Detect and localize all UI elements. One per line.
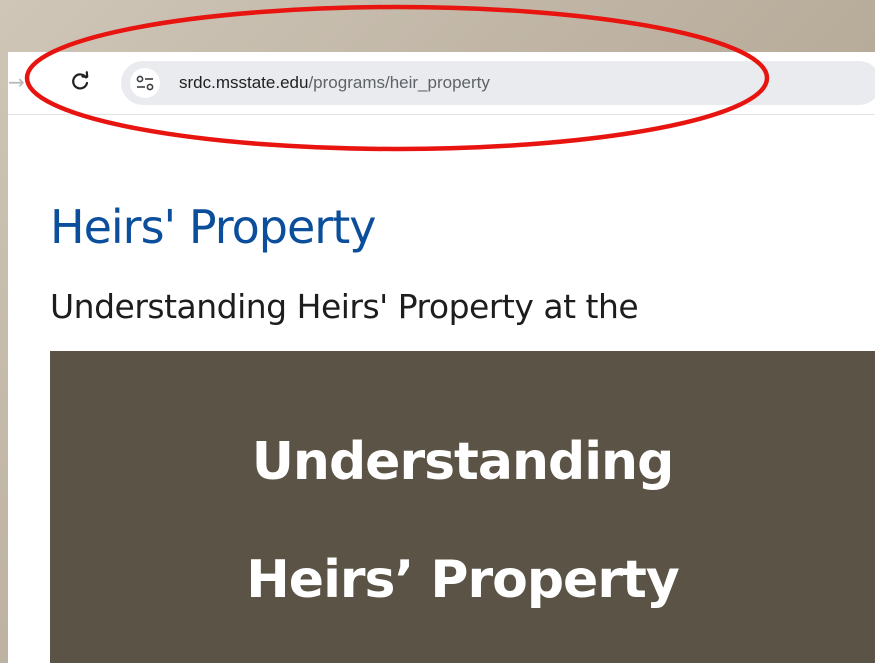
url-host: srdc.msstate.edu (179, 73, 309, 92)
page-title: Heirs' Property (50, 200, 376, 254)
url-path: /programs/heir_property (308, 73, 490, 92)
reload-icon[interactable] (68, 70, 92, 94)
page-content: Heirs' Property Understanding Heirs' Pro… (8, 115, 875, 663)
hero-line-2: Heirs’ Property (246, 550, 679, 610)
hero-banner: Understanding Heirs’ Property (50, 351, 875, 663)
address-bar[interactable]: srdc.msstate.edu/programs/heir_property (121, 61, 875, 105)
browser-toolbar: → srdc.msstate.edu/programs/heir_propert… (8, 52, 875, 115)
tune-icon[interactable] (130, 68, 160, 98)
arrow-left-icon[interactable]: → (8, 70, 25, 94)
hero-line-1: Understanding (251, 432, 675, 492)
browser-window: → srdc.msstate.edu/programs/heir_propert… (8, 52, 875, 663)
page-subtitle: Understanding Heirs' Property at the (50, 287, 639, 326)
url-text[interactable]: srdc.msstate.edu/programs/heir_property (179, 73, 490, 93)
